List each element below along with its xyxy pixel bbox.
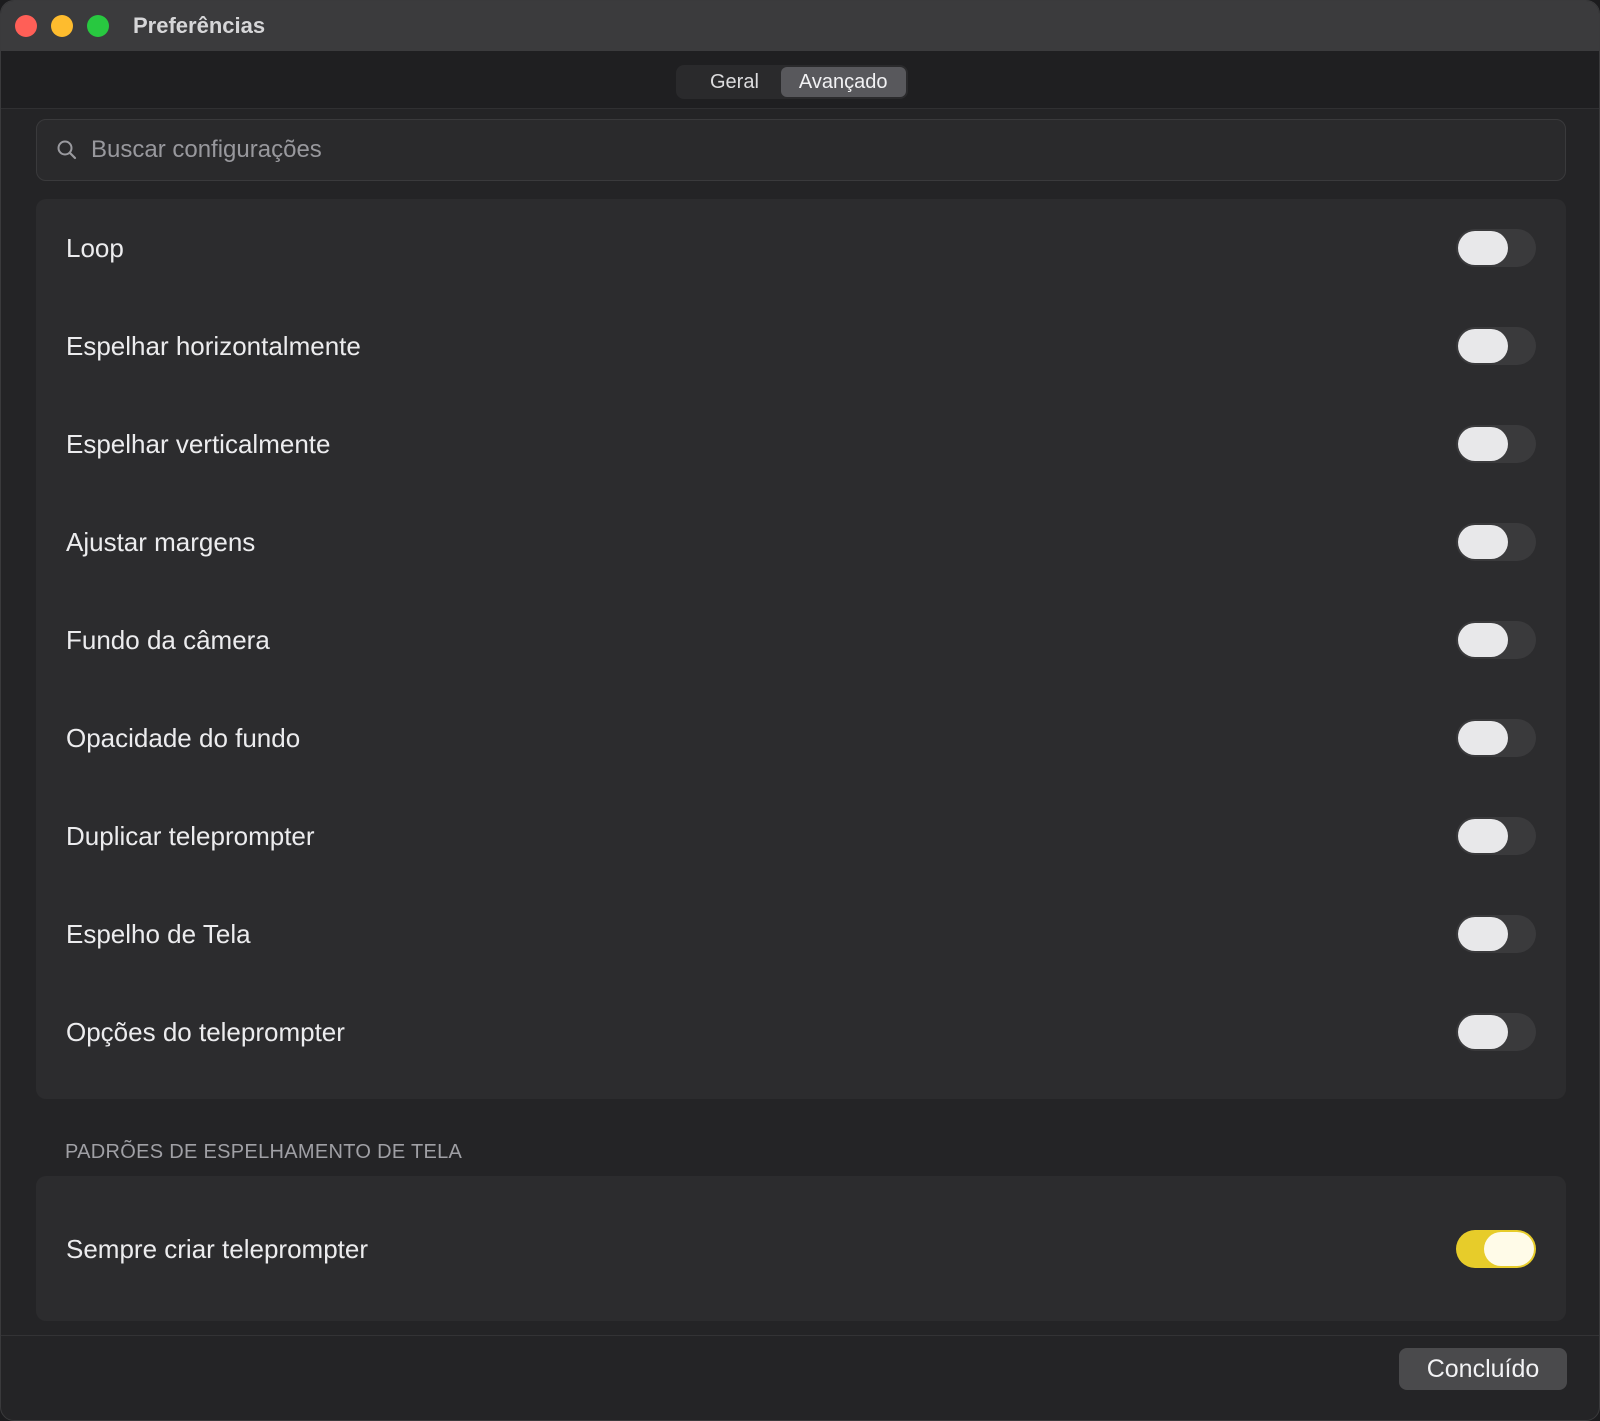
duplicar-teleprompter-toggle[interactable] bbox=[1456, 817, 1536, 855]
toggle-knob bbox=[1458, 231, 1508, 265]
setting-row-opcoes-do-teleprompter: Opções do teleprompter bbox=[36, 983, 1566, 1081]
setting-row-duplicar-teleprompter: Duplicar teleprompter bbox=[36, 787, 1566, 885]
setting-label: Ajustar margens bbox=[66, 526, 256, 557]
toggle-knob bbox=[1458, 1015, 1508, 1049]
setting-row-espelhar-verticalmente: Espelhar verticalmente bbox=[36, 395, 1566, 493]
setting-label: Sempre criar teleprompter bbox=[66, 1233, 368, 1264]
setting-label: Duplicar teleprompter bbox=[66, 820, 315, 851]
setting-label: Espelhar verticalmente bbox=[66, 428, 331, 459]
opcoes-do-teleprompter-toggle[interactable] bbox=[1456, 1013, 1536, 1051]
minimize-window-button[interactable] bbox=[51, 15, 73, 37]
toggle-knob bbox=[1458, 525, 1508, 559]
toggle-knob bbox=[1458, 819, 1508, 853]
setting-row-ajustar-margens: Ajustar margens bbox=[36, 493, 1566, 591]
search-input[interactable] bbox=[91, 136, 1491, 164]
search-bar[interactable] bbox=[36, 119, 1566, 181]
toggle-knob bbox=[1458, 917, 1508, 951]
espelho-de-tela-toggle[interactable] bbox=[1456, 915, 1536, 953]
setting-row-espelhar-horizontalmente: Espelhar horizontalmente bbox=[36, 297, 1566, 395]
toggle-knob bbox=[1484, 1232, 1534, 1266]
setting-row-sempre-criar-teleprompter: Sempre criar teleprompter bbox=[36, 1200, 1566, 1298]
sempre-criar-teleprompter-toggle[interactable] bbox=[1456, 1230, 1536, 1268]
title-bar[interactable]: Preferências bbox=[1, 1, 1599, 51]
tab-geral[interactable]: Geral bbox=[678, 67, 777, 97]
toggle-knob bbox=[1458, 427, 1508, 461]
done-button[interactable]: Concluído bbox=[1399, 1348, 1567, 1390]
maximize-window-button[interactable] bbox=[87, 15, 109, 37]
search-icon bbox=[57, 140, 77, 160]
fundo-da-camera-toggle[interactable] bbox=[1456, 621, 1536, 659]
setting-row-loop: Loop bbox=[36, 199, 1566, 297]
preferences-window: Preferências Geral Avançado Loop Espelha… bbox=[0, 0, 1600, 1421]
loop-toggle[interactable] bbox=[1456, 229, 1536, 267]
setting-row-espelho-de-tela: Espelho de Tela bbox=[36, 885, 1566, 983]
espelhar-horizontalmente-toggle[interactable] bbox=[1456, 327, 1536, 365]
toggle-knob bbox=[1458, 623, 1508, 657]
espelhar-verticalmente-toggle[interactable] bbox=[1456, 425, 1536, 463]
section-heading-mirror-defaults: PADRÕES DE ESPELHAMENTO DE TELA bbox=[65, 1141, 463, 1163]
mirror-defaults-panel: Sempre criar teleprompter bbox=[36, 1176, 1566, 1321]
setting-label: Opacidade do fundo bbox=[66, 722, 301, 753]
setting-row-fundo-da-camera: Fundo da câmera bbox=[36, 591, 1566, 689]
setting-label: Espelho de Tela bbox=[66, 918, 251, 949]
tab-avancado[interactable]: Avançado bbox=[780, 67, 906, 97]
opacidade-do-fundo-toggle[interactable] bbox=[1456, 719, 1536, 757]
window-controls bbox=[15, 15, 109, 37]
setting-row-opacidade-do-fundo: Opacidade do fundo bbox=[36, 689, 1566, 787]
tab-bar: Geral Avançado bbox=[1, 51, 1599, 109]
setting-label: Loop bbox=[66, 232, 124, 263]
tab-segmented-control: Geral Avançado bbox=[676, 65, 908, 99]
setting-label: Espelhar horizontalmente bbox=[66, 330, 361, 361]
footer-divider bbox=[1, 1335, 1599, 1336]
window-title: Preferências bbox=[133, 13, 266, 38]
close-window-button[interactable] bbox=[15, 15, 37, 37]
toggle-knob bbox=[1458, 721, 1508, 755]
toggle-knob bbox=[1458, 329, 1508, 363]
ajustar-margens-toggle[interactable] bbox=[1456, 523, 1536, 561]
setting-label: Fundo da câmera bbox=[66, 624, 270, 655]
settings-panel: Loop Espelhar horizontalmente Espelhar v… bbox=[36, 199, 1566, 1099]
setting-label: Opções do teleprompter bbox=[66, 1016, 345, 1047]
